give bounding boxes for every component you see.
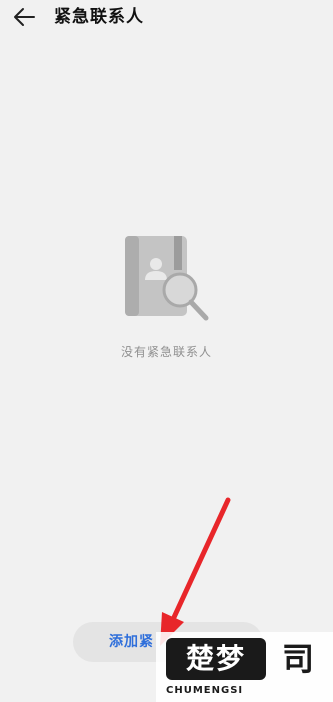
empty-state-message: 没有紧急联系人	[120, 345, 212, 359]
arrow-left-icon	[14, 8, 35, 26]
back-button[interactable]	[10, 4, 38, 30]
watermark-side-glyph: 司	[281, 640, 314, 678]
watermark-logo-text: 楚梦	[185, 642, 246, 675]
watermark-brand-text: CHUMENGSI	[166, 685, 244, 696]
contact-book-search-icon	[120, 232, 214, 324]
emergency-contacts-screen: 紧急联系人 没有紧急联系人 添加紧 楚梦 司 CHUMENGSI	[0, 0, 333, 702]
watermark-logo: 楚梦	[166, 638, 266, 680]
add-button-label: 添加紧	[109, 634, 154, 650]
watermark: 楚梦 司 CHUMENGSI	[156, 632, 333, 702]
app-header: 紧急联系人	[0, 0, 333, 36]
page-title: 紧急联系人	[54, 7, 144, 27]
